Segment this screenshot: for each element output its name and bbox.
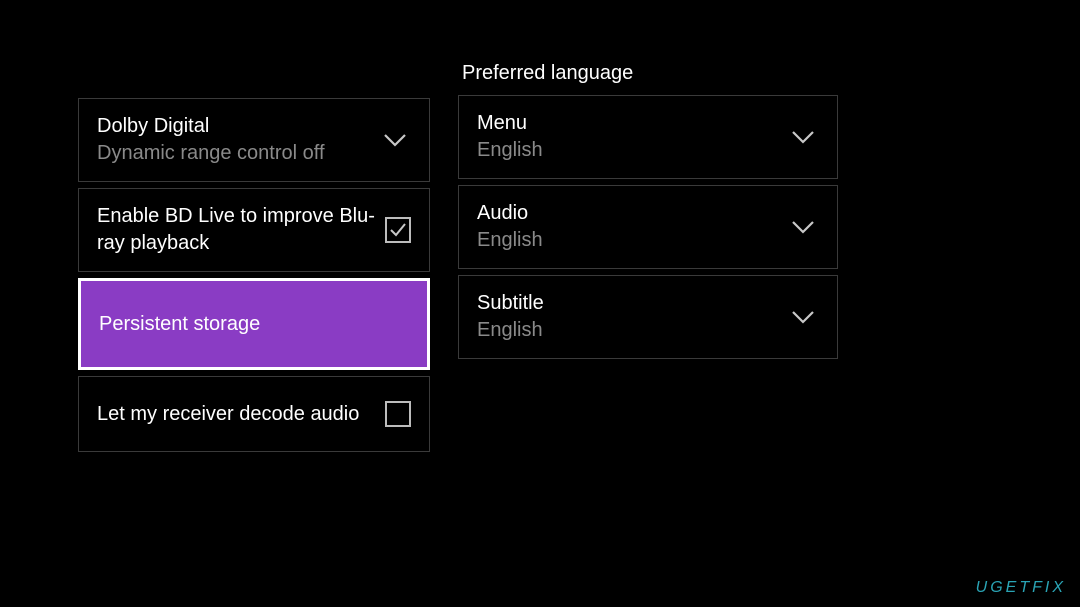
audio-lang-value: English bbox=[477, 227, 543, 254]
left-column: Dolby Digital Dynamic range control off … bbox=[78, 98, 430, 458]
subtitle-lang-value: English bbox=[477, 317, 544, 344]
chevron-down-icon bbox=[789, 123, 817, 151]
bdlive-checkbox[interactable] bbox=[385, 217, 411, 243]
receiver-checkbox[interactable] bbox=[385, 401, 411, 427]
dolby-subtitle: Dynamic range control off bbox=[97, 140, 325, 167]
menu-lang-title: Menu bbox=[477, 110, 543, 137]
preferred-language-title: Preferred language bbox=[458, 62, 838, 85]
subtitle-language-item[interactable]: Subtitle English bbox=[458, 275, 838, 359]
subtitle-lang-title: Subtitle bbox=[477, 290, 544, 317]
audio-lang-text: Audio English bbox=[477, 200, 543, 254]
persistent-text: Persistent storage bbox=[99, 311, 260, 338]
receiver-title: Let my receiver decode audio bbox=[97, 401, 359, 428]
subtitle-lang-text: Subtitle English bbox=[477, 290, 544, 344]
menu-language-item[interactable]: Menu English bbox=[458, 95, 838, 179]
right-column: Preferred language Menu English Audio En… bbox=[458, 62, 838, 458]
menu-lang-text: Menu English bbox=[477, 110, 543, 164]
dolby-digital-item[interactable]: Dolby Digital Dynamic range control off bbox=[78, 98, 430, 182]
bdlive-text: Enable BD Live to improve Blu-ray playba… bbox=[97, 203, 385, 257]
chevron-down-icon bbox=[381, 126, 409, 154]
settings-container: Dolby Digital Dynamic range control off … bbox=[0, 0, 1080, 458]
chevron-down-icon bbox=[789, 213, 817, 241]
receiver-text: Let my receiver decode audio bbox=[97, 401, 359, 428]
chevron-down-icon bbox=[789, 303, 817, 331]
persistent-storage-item[interactable]: Persistent storage bbox=[78, 278, 430, 370]
bdlive-item[interactable]: Enable BD Live to improve Blu-ray playba… bbox=[78, 188, 430, 272]
persistent-title: Persistent storage bbox=[99, 311, 260, 338]
audio-lang-title: Audio bbox=[477, 200, 543, 227]
audio-language-item[interactable]: Audio English bbox=[458, 185, 838, 269]
receiver-item[interactable]: Let my receiver decode audio bbox=[78, 376, 430, 452]
dolby-text: Dolby Digital Dynamic range control off bbox=[97, 113, 325, 167]
menu-lang-value: English bbox=[477, 137, 543, 164]
bdlive-title: Enable BD Live to improve Blu-ray playba… bbox=[97, 203, 385, 257]
dolby-title: Dolby Digital bbox=[97, 113, 325, 140]
watermark: UGETFIX bbox=[976, 579, 1066, 597]
